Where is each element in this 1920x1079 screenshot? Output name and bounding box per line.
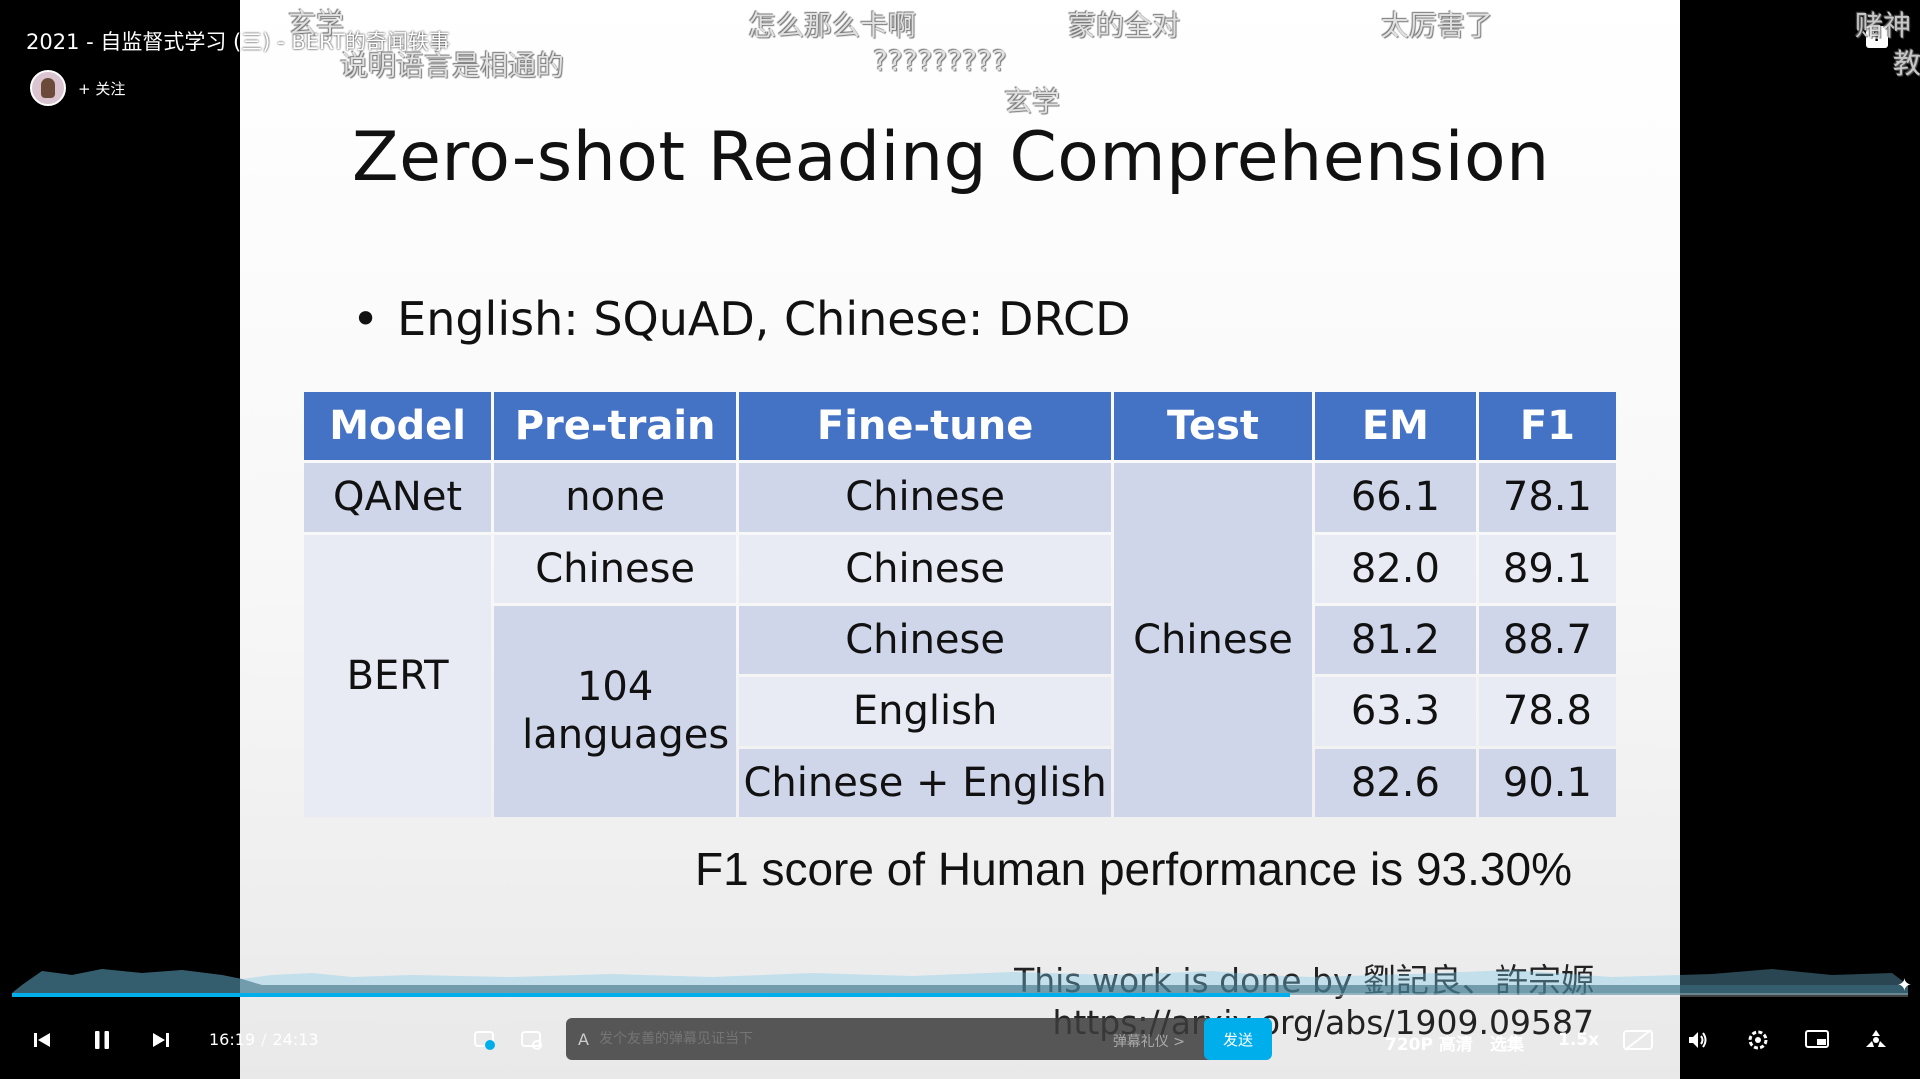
- em-cell: 81.2: [1314, 605, 1476, 675]
- danmaku-input-bar: A 弹幕礼仪 >: [566, 1018, 1271, 1060]
- pause-icon[interactable]: [82, 1020, 122, 1060]
- episodes-button[interactable]: 选集: [1490, 1030, 1524, 1055]
- header-model: Model: [304, 392, 492, 461]
- danmaku-comment: 说明语言是相通的: [340, 49, 565, 82]
- volume-icon[interactable]: [1678, 1020, 1718, 1060]
- danmaku-comment: ?????????: [873, 44, 1007, 77]
- em-cell: 63.3: [1314, 677, 1476, 746]
- quality-button[interactable]: 720P 高清: [1385, 1030, 1473, 1055]
- danmaku-etiquette-link[interactable]: 弹幕礼仪 >: [1113, 1031, 1185, 1051]
- send-button[interactable]: 发送: [1204, 1018, 1272, 1060]
- model-cell: QANet: [304, 463, 492, 532]
- video-frame[interactable]: Zero-shot Reading Comprehension • English…: [240, 0, 1680, 1079]
- em-cell: 66.1: [1314, 463, 1476, 532]
- danmaku-comment: 赌神: [1855, 9, 1912, 42]
- fullscreen-icon[interactable]: [1856, 1020, 1896, 1060]
- speed-button[interactable]: 1.5x: [1558, 1030, 1599, 1050]
- header-f1: F1: [1478, 392, 1616, 461]
- header-test: Test: [1114, 392, 1312, 461]
- current-time: 16:19: [209, 1030, 256, 1049]
- danmaku-toggle-icon[interactable]: [465, 1020, 505, 1060]
- total-time: 24:13: [272, 1030, 319, 1049]
- danmaku-comment: 怎么那么卡啊: [748, 9, 917, 42]
- slide-title: Zero-shot Reading Comprehension: [352, 118, 1550, 197]
- font-style-icon[interactable]: A: [578, 1030, 589, 1049]
- f1-cell: 78.1: [1478, 463, 1616, 532]
- f1-cell: 89.1: [1478, 534, 1616, 603]
- time-separator: /: [261, 1030, 267, 1049]
- test-cell: Chinese: [1114, 463, 1312, 817]
- results-table: Model Pre-train Fine-tune Test EM F1 QAN…: [301, 389, 1619, 820]
- time-display: 16:19 / 24:13: [209, 1030, 319, 1049]
- table-header-row: Model Pre-train Fine-tune Test EM F1: [304, 392, 1616, 461]
- danmaku-comment: 蒙的全对: [1068, 9, 1181, 42]
- table-row: 104 languages Chinese 81.2 88.7: [304, 605, 1616, 817]
- pretrain-cell: 104 languages: [494, 605, 737, 817]
- pretrain-cell: Chinese: [494, 534, 737, 603]
- finetune-cell: English: [739, 677, 1112, 746]
- danmaku-comment: 玄学: [1004, 85, 1061, 118]
- heat-waveform: [12, 969, 1908, 995]
- danmaku-comment: 玄学: [288, 7, 345, 40]
- human-performance-note: F1 score of Human performance is 93.30%: [695, 843, 1572, 895]
- finetune-cell: Chinese: [739, 534, 1112, 603]
- pretrain-cell: none: [494, 463, 737, 532]
- previous-icon[interactable]: [22, 1020, 62, 1060]
- finetune-cell: Chinese: [739, 605, 1112, 675]
- table-row: QANet none Chinese Chinese 66.1 78.1: [304, 463, 1616, 817]
- slide-bullet: • English: SQuAD, Chinese: DRCD: [352, 292, 1131, 346]
- danmaku-input[interactable]: [598, 1031, 1079, 1047]
- bullet-dot: •: [352, 292, 380, 346]
- header-pretrain: Pre-train: [494, 392, 737, 461]
- uploader: + 关注: [30, 70, 125, 106]
- progress-fill: [12, 993, 1290, 997]
- f1-cell: 90.1: [1478, 748, 1616, 817]
- f1-cell: 88.7: [1478, 605, 1616, 675]
- follow-button[interactable]: + 关注: [78, 78, 125, 99]
- f1-cell: 78.8: [1478, 677, 1616, 746]
- progress-thumb-icon[interactable]: ✦: [1897, 975, 1912, 996]
- progress-bar[interactable]: [12, 993, 1908, 997]
- player-controls: 16:19 / 24:13 A 弹幕礼仪 > 发送 720P 高清 选集 1.5x: [0, 1010, 1920, 1070]
- danmaku-comment: 教: [1893, 47, 1920, 80]
- picture-in-picture-icon[interactable]: [1797, 1020, 1837, 1060]
- em-cell: 82.0: [1314, 534, 1476, 603]
- header-finetune: Fine-tune: [739, 392, 1112, 461]
- table-row: BERT Chinese Chinese 82.0 89.1: [304, 534, 1616, 817]
- settings-icon[interactable]: [1738, 1020, 1778, 1060]
- danmaku-comment: 太厉害了: [1381, 9, 1494, 42]
- bullet-text: English: SQuAD, Chinese: DRCD: [397, 292, 1131, 346]
- model-cell: BERT: [304, 534, 492, 817]
- finetune-cell: Chinese + English: [739, 748, 1112, 817]
- subtitle-icon[interactable]: [1618, 1020, 1658, 1060]
- next-icon[interactable]: [141, 1020, 181, 1060]
- avatar[interactable]: [30, 70, 66, 106]
- finetune-cell: Chinese: [739, 463, 1112, 532]
- header-em: EM: [1314, 392, 1476, 461]
- em-cell: 82.6: [1314, 748, 1476, 817]
- danmaku-settings-icon[interactable]: [512, 1020, 552, 1060]
